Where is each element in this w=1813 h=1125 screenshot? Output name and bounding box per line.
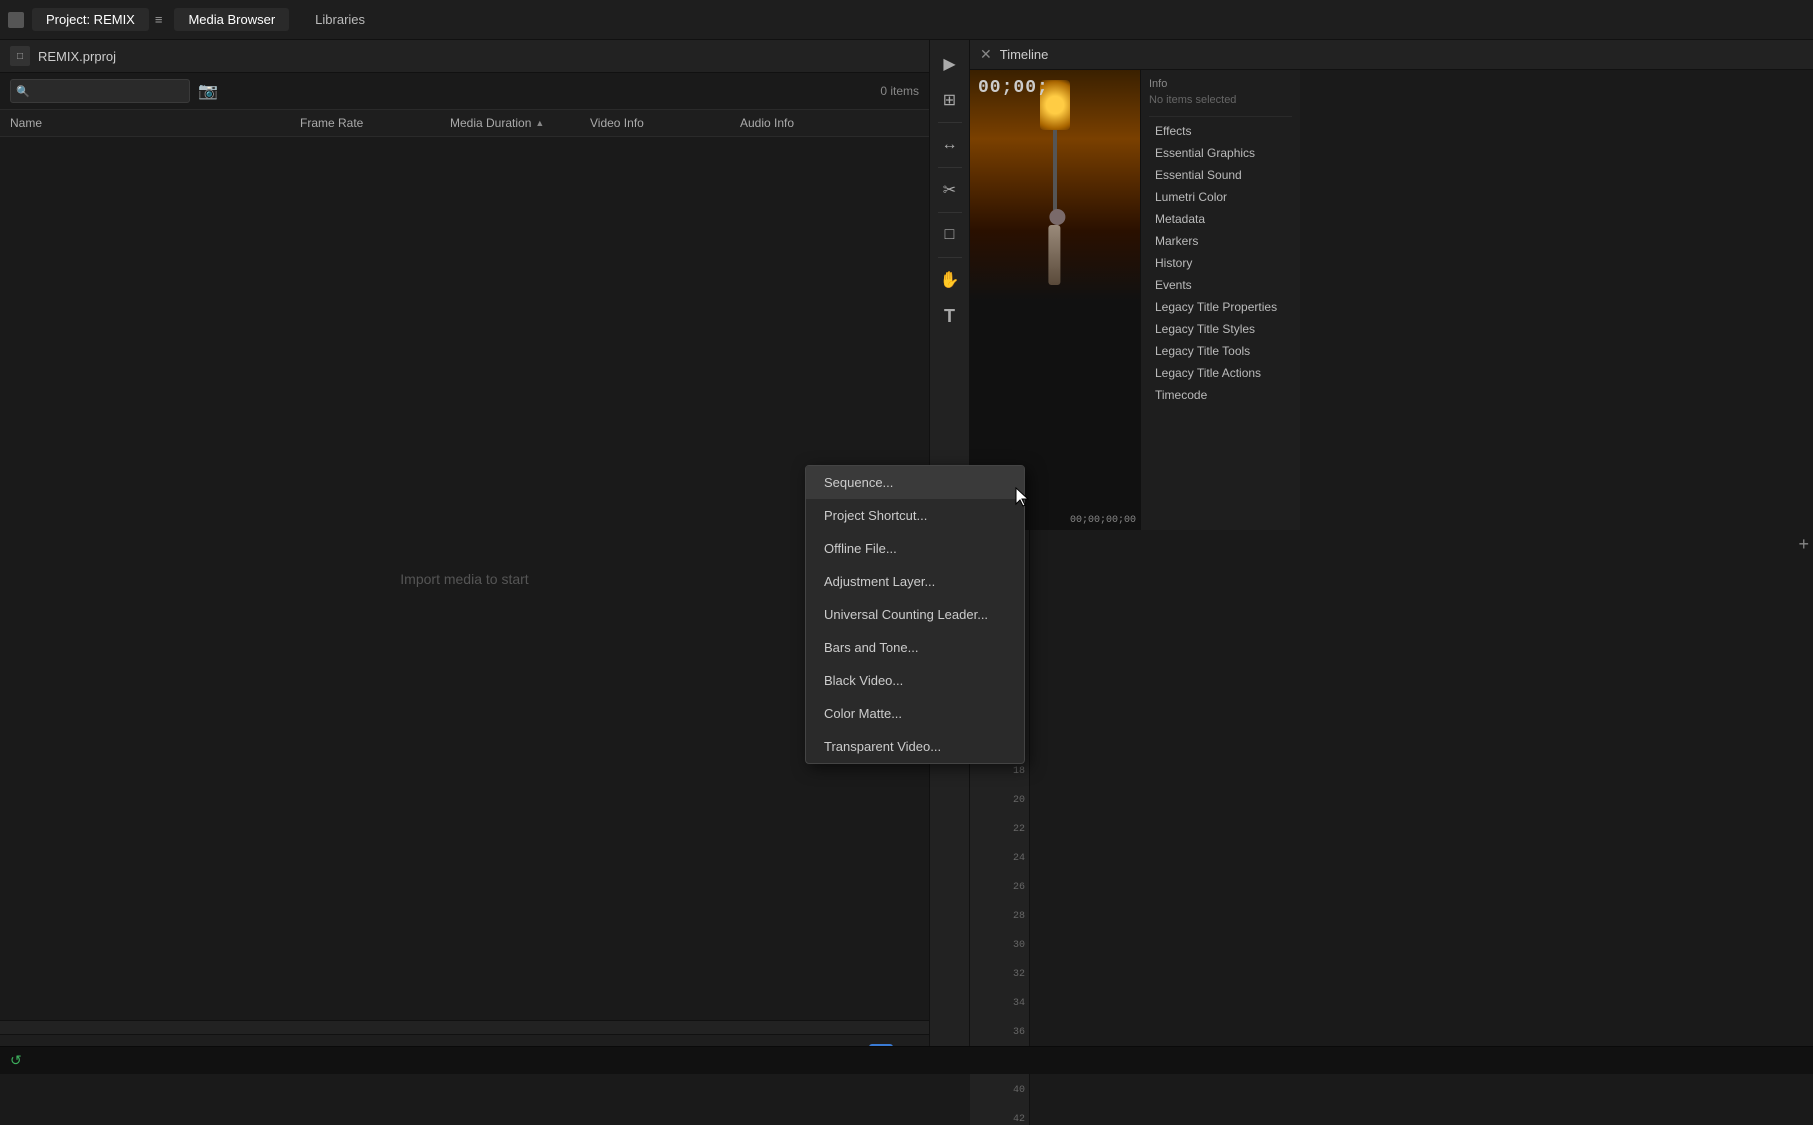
ctx-adjustment-layer[interactable]: Adjustment Layer... bbox=[806, 565, 1024, 598]
ctx-universal-counting[interactable]: Universal Counting Leader... bbox=[806, 598, 1024, 631]
ctx-transparent-video[interactable]: Transparent Video... bbox=[806, 730, 1024, 763]
ctx-bars-tone[interactable]: Bars and Tone... bbox=[806, 631, 1024, 664]
ctx-black-video[interactable]: Black Video... bbox=[806, 664, 1024, 697]
ctx-offline-file[interactable]: Offline File... bbox=[806, 532, 1024, 565]
ctx-color-matte[interactable]: Color Matte... bbox=[806, 697, 1024, 730]
ctx-project-shortcut[interactable]: Project Shortcut... bbox=[806, 499, 1024, 532]
context-menu-overlay[interactable]: Sequence... Project Shortcut... Offline … bbox=[0, 0, 1813, 1074]
context-menu: Sequence... Project Shortcut... Offline … bbox=[805, 465, 1025, 764]
ctx-sequence[interactable]: Sequence... bbox=[806, 466, 1024, 499]
